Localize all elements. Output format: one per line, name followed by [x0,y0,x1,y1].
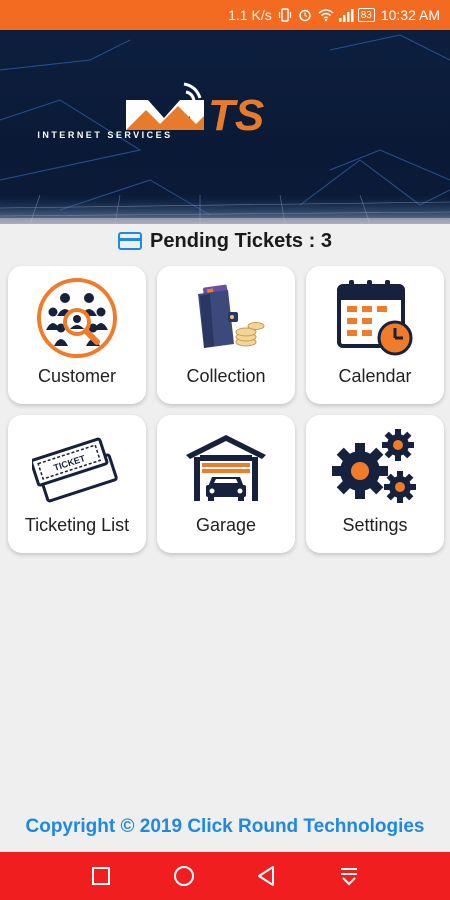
settings-tile[interactable]: Settings [306,415,444,553]
status-bar: 1.1 K/s 83 10:32 AM [0,0,450,30]
garage-tile[interactable]: Garage [157,415,295,553]
pending-tickets-label: Pending Tickets : 3 [150,229,332,252]
ticketing-list-tile[interactable]: TICKET Ticketing List [8,415,146,553]
gears-icon [306,425,444,509]
square-icon [92,867,111,885]
pull-down-icon [340,868,357,886]
svg-text:TS: TS [208,91,264,140]
wallet-coins-icon [157,276,295,360]
notification-pulldown-button[interactable] [329,856,369,896]
circle-icon [173,866,194,886]
collection-tile[interactable]: Collection [157,266,295,404]
alarm-icon [298,8,312,22]
calendar-tile[interactable]: Calendar [306,266,444,404]
header-banner: TS INTERNET SERVICES [0,30,450,224]
credit-card-icon [118,232,143,250]
customer-search-icon [8,276,146,360]
copyright-text: Copyright © 2019 Click Round Technologie… [25,816,425,837]
back-button[interactable] [246,856,286,896]
garage-label: Garage [195,515,257,535]
battery-level: 83 [360,9,372,21]
android-nav-bar [0,852,450,900]
triangle-back-icon [258,866,275,886]
customer-tile[interactable]: Customer [8,266,146,404]
home-button[interactable] [164,856,204,896]
ticketing-list-label: Ticketing List [24,515,130,535]
battery-icon: 83 [357,8,375,22]
garage-car-icon [157,425,295,509]
logo-tagline: INTERNET SERVICES [37,130,173,140]
wifi-icon [318,8,334,22]
vibrate-icon [278,8,292,22]
customer-label: Customer [37,366,117,386]
clock: 10:32 AM [380,7,440,23]
signal-icon [338,8,354,22]
pending-tickets[interactable]: Pending Tickets : 3 [0,228,450,254]
recent-apps-button[interactable] [81,856,121,896]
collection-label: Collection [186,366,266,386]
calendar-label: Calendar [338,366,412,386]
calendar-clock-icon [306,276,444,360]
network-speed: 1.1 K/s [228,7,272,23]
settings-label: Settings [342,515,408,535]
ticket-icon: TICKET [8,425,146,509]
